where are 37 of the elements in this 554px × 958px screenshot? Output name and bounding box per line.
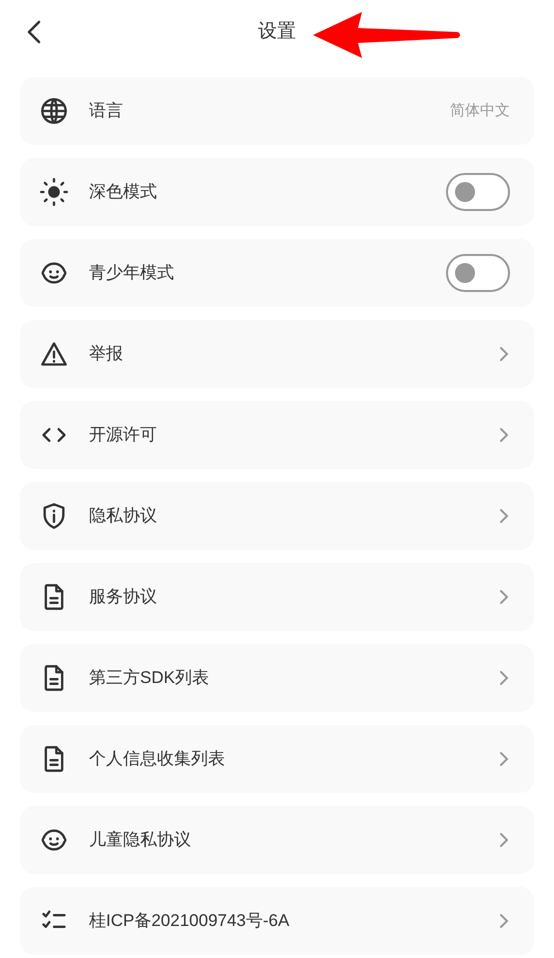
chevron-right-icon: [498, 508, 510, 524]
row-label: 青少年模式: [89, 262, 175, 284]
current-value: 简体中文: [450, 100, 510, 121]
chevron-right-icon: [498, 832, 510, 848]
row-label: 语言: [89, 100, 124, 122]
settings-row[interactable]: 隐私协议: [20, 482, 534, 550]
sun-icon: [40, 178, 68, 206]
chevron-right-icon: [498, 346, 510, 362]
warning-icon: [40, 340, 68, 368]
settings-row[interactable]: 儿童隐私协议: [20, 806, 534, 874]
settings-row[interactable]: 服务协议: [20, 563, 534, 631]
settings-row[interactable]: 开源许可: [20, 401, 534, 469]
row-label: 举报: [89, 343, 124, 366]
row-label: 个人信息收集列表: [89, 748, 226, 770]
toggle-switch[interactable]: [446, 254, 510, 292]
settings-row[interactable]: 青少年模式: [20, 239, 534, 307]
settings-row[interactable]: 深色模式: [20, 158, 534, 226]
row-label: 深色模式: [89, 181, 158, 204]
settings-row[interactable]: 语言 简体中文: [20, 77, 534, 145]
page-title: 设置: [258, 20, 296, 44]
chevron-right-icon: [498, 751, 510, 767]
settings-row[interactable]: 桂ICP备2021009743号-6A: [20, 887, 534, 955]
chevron-right-icon: [498, 427, 510, 443]
settings-row[interactable]: 个人信息收集列表: [20, 725, 534, 793]
globe-icon: [40, 97, 68, 125]
chevron-right-icon: [498, 589, 510, 605]
chevron-right-icon: [498, 670, 510, 686]
row-label: 桂ICP备2021009743号-6A: [89, 910, 290, 932]
row-label: 服务协议: [89, 586, 158, 608]
row-label: 第三方SDK列表: [89, 667, 210, 690]
chevron-right-icon: [498, 913, 510, 929]
settings-row[interactable]: 第三方SDK列表: [20, 644, 534, 712]
settings-row[interactable]: 举报: [20, 320, 534, 388]
toggle-switch[interactable]: [446, 173, 510, 211]
row-label: 隐私协议: [89, 505, 158, 528]
row-label: 开源许可: [89, 424, 158, 446]
row-label: 儿童隐私协议: [89, 829, 192, 852]
